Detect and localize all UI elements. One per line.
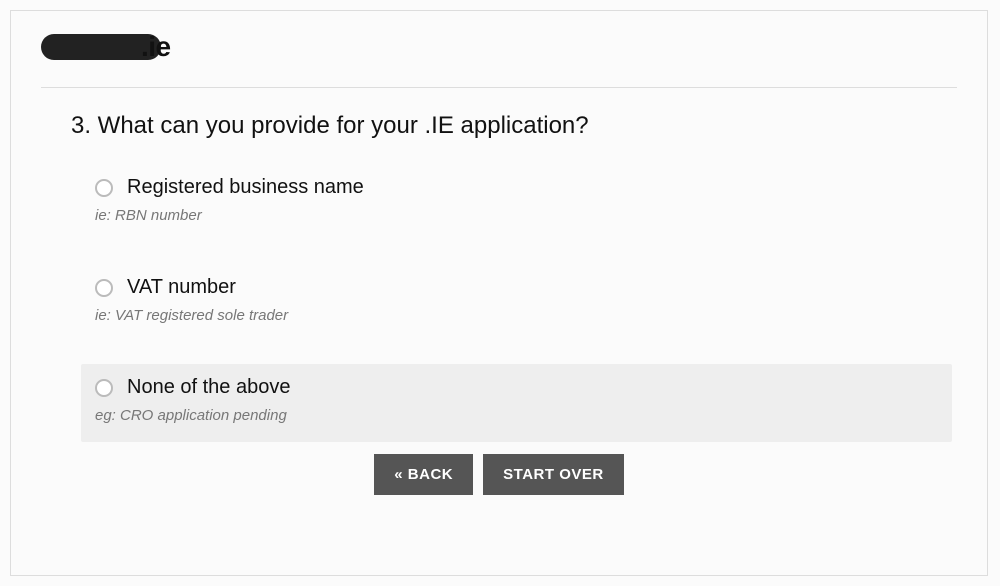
option-vat-number[interactable]: VAT number ie: VAT registered sole trade… (81, 264, 952, 342)
radio-icon[interactable] (95, 379, 113, 397)
option-head: None of the above (95, 376, 938, 399)
option-hint: ie: RBN number (95, 207, 938, 224)
radio-icon[interactable] (95, 279, 113, 297)
option-hint: eg: CRO application pending (95, 407, 938, 424)
divider (41, 87, 957, 88)
radio-icon[interactable] (95, 179, 113, 197)
start-over-button[interactable]: START OVER (483, 454, 624, 495)
option-label: None of the above (127, 376, 290, 399)
option-label: Registered business name (127, 176, 364, 199)
button-row: « BACK START OVER (31, 454, 967, 495)
option-registered-business-name[interactable]: Registered business name ie: RBN number (81, 164, 952, 242)
option-hint: ie: VAT registered sole trader (95, 307, 938, 324)
back-button[interactable]: « BACK (374, 454, 473, 495)
question-heading: 3. What can you provide for your .IE app… (71, 112, 967, 140)
option-none-of-the-above[interactable]: None of the above eg: CRO application pe… (81, 364, 952, 442)
option-head: Registered business name (95, 176, 938, 199)
logo: .ie (31, 31, 967, 63)
logo-suffix: .ie (141, 31, 171, 63)
option-head: VAT number (95, 276, 938, 299)
options-group: Registered business name ie: RBN number … (81, 164, 952, 442)
form-frame: .ie 3. What can you provide for your .IE… (10, 10, 988, 576)
option-label: VAT number (127, 276, 236, 299)
